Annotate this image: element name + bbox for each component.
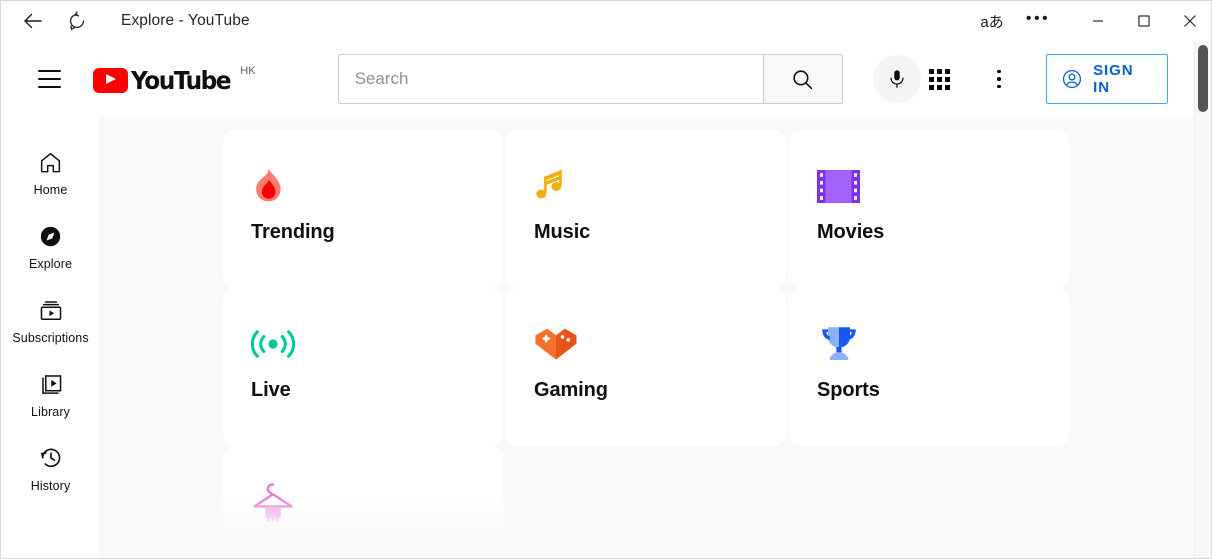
youtube-country-code: HK [240, 65, 255, 77]
youtube-logo-text: YouTube [131, 66, 230, 95]
more-options-button[interactable]: ••• [1015, 1, 1061, 41]
maximize-icon [1138, 15, 1150, 27]
film-strip-icon [817, 166, 1069, 206]
search-area [338, 54, 921, 104]
apps-grid-icon [929, 69, 950, 90]
hamburger-icon [38, 70, 61, 72]
close-button[interactable] [1167, 1, 1212, 41]
refresh-icon [66, 10, 88, 32]
hanger-icon [251, 482, 503, 522]
card-live[interactable]: Live [223, 288, 503, 446]
youtube-logo[interactable]: YouTube HK [93, 64, 256, 94]
sidebar-label-history: History [31, 480, 71, 493]
library-icon [38, 371, 64, 397]
scrollbar-thumb[interactable] [1198, 45, 1208, 112]
card-label-gaming: Gaming [534, 379, 608, 402]
youtube-play-icon [93, 68, 128, 93]
search-icon [790, 67, 815, 92]
minimize-button[interactable] [1075, 1, 1121, 41]
vertical-scrollbar[interactable] [1194, 42, 1210, 559]
minimize-icon [1092, 15, 1104, 27]
home-icon [38, 149, 63, 175]
browser-window: Explore - YouTube aあ ••• YouTube HK [0, 0, 1212, 559]
compass-icon [38, 223, 63, 249]
subscriptions-icon [38, 297, 64, 323]
title-bar: Explore - YouTube aあ ••• [1, 1, 1212, 41]
close-icon [1183, 14, 1197, 28]
header-actions: SIGN IN [921, 54, 1168, 104]
sidebar-item-explore[interactable]: Explore [2, 211, 99, 285]
card-label-live: Live [251, 379, 291, 402]
music-note-icon [534, 166, 786, 206]
card-label-music: Music [534, 221, 590, 244]
sidebar-label-explore: Explore [29, 258, 72, 271]
voice-search-button[interactable] [873, 55, 921, 103]
trophy-icon [817, 324, 1069, 364]
youtube-header: YouTube HK [1, 42, 1196, 116]
card-trending[interactable]: Trending [223, 130, 503, 288]
card-fashion-beauty[interactable] [223, 446, 503, 559]
search-button[interactable] [763, 54, 843, 104]
sidebar-label-home: Home [34, 184, 68, 197]
flame-icon [251, 166, 503, 206]
refresh-button[interactable] [55, 1, 99, 41]
sign-in-label: SIGN IN [1093, 62, 1150, 96]
settings-menu-button[interactable] [979, 58, 1018, 100]
history-icon [38, 445, 64, 471]
back-button[interactable] [11, 1, 55, 41]
card-music[interactable]: Music [506, 130, 786, 288]
sign-in-button[interactable]: SIGN IN [1046, 54, 1168, 104]
guide-menu-button[interactable] [38, 70, 61, 88]
gamepad-icon [534, 324, 786, 364]
sidebar-item-subscriptions[interactable]: Subscriptions [2, 285, 99, 359]
search-box[interactable] [338, 54, 763, 104]
card-label-sports: Sports [817, 379, 880, 402]
card-label-movies: Movies [817, 221, 884, 244]
card-label-trending: Trending [251, 221, 335, 244]
card-sports[interactable]: Sports [789, 288, 1069, 446]
sidebar-item-library[interactable]: Library [2, 359, 99, 433]
reading-view-button[interactable]: aあ [969, 1, 1015, 41]
microphone-icon [886, 68, 908, 90]
search-input[interactable] [355, 69, 763, 89]
maximize-button[interactable] [1121, 1, 1167, 41]
sidebar-label-subscriptions: Subscriptions [12, 332, 88, 345]
card-movies[interactable]: Movies [789, 130, 1069, 288]
more-vertical-icon [997, 70, 1001, 74]
broadcast-icon [251, 324, 503, 364]
explore-content: Trending Music [99, 117, 1196, 559]
sidebar: Home Explore Subscriptions [2, 117, 99, 559]
sidebar-label-library: Library [31, 406, 70, 419]
sidebar-item-home[interactable]: Home [2, 137, 99, 211]
sidebar-item-history[interactable]: History [2, 433, 99, 507]
window-controls: aあ ••• [969, 1, 1212, 41]
card-gaming[interactable]: Gaming [506, 288, 786, 446]
category-grid: Trending Music [223, 130, 1063, 559]
window-title: Explore - YouTube [121, 12, 250, 30]
back-arrow-icon [21, 9, 45, 33]
youtube-apps-button[interactable] [921, 58, 960, 100]
account-circle-icon [1061, 67, 1083, 91]
